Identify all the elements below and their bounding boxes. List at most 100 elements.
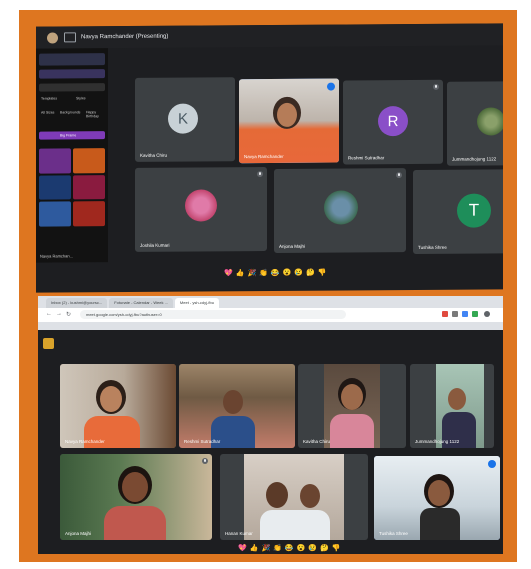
person-face — [122, 472, 148, 502]
person-face — [448, 388, 466, 410]
browser-tab-strip: Inbox (2) - kushmi@yoursc... Fotunate - … — [46, 298, 219, 308]
participant-tile-speaking[interactable]: Navya Ramchander — [239, 78, 339, 164]
sad-reaction-icon[interactable]: 😢 — [308, 544, 317, 553]
profile-photo — [324, 190, 358, 225]
clap-reaction-icon[interactable]: 👏 — [273, 544, 282, 553]
participant-tile[interactable]: Jummandhojung 1122 — [447, 81, 503, 166]
person-shirt — [420, 508, 460, 540]
participant-name: Navya Ramchander — [65, 439, 105, 444]
avatar-letter: K — [168, 103, 198, 134]
participant-name: Anjona Majhi — [279, 243, 306, 249]
profile-icon[interactable] — [484, 311, 490, 317]
person-shirt — [104, 506, 166, 540]
clap-reaction-icon[interactable]: 👏 — [259, 269, 268, 278]
participant-tile[interactable]: Navya Ramchander — [60, 364, 176, 448]
canva-label-backgrounds[interactable]: Backgrounds — [60, 110, 80, 114]
presenter-title: Navya Ramchander (Presenting) — [81, 33, 169, 41]
thumbs-up-reaction-icon[interactable]: 👍 — [250, 544, 259, 553]
profile-photo — [185, 189, 217, 222]
participant-name: Joshila Kumari — [140, 242, 170, 248]
url-field[interactable]: meet.google.com/ysh-cdyj-fbu?authuser=0 — [80, 310, 346, 319]
canva-label-templates[interactable]: Templates — [41, 96, 57, 100]
surprised-reaction-icon[interactable]: 😮 — [283, 269, 292, 278]
thumbs-down-reaction-icon[interactable]: 👎 — [318, 269, 327, 278]
participant-tile[interactable]: Anjona Majhi — [60, 454, 212, 540]
participant-name: Tushika Shree — [379, 531, 408, 536]
person-shirt — [260, 510, 330, 540]
canva-label-all-sizes[interactable]: All Sizes — [41, 111, 54, 115]
orange-photo-frame: Navya Ramchander (Presenting) Templates … — [19, 10, 517, 562]
participant-name: Hanan Kumar — [225, 531, 253, 536]
mic-off-icon — [396, 172, 402, 179]
extension-icon[interactable] — [452, 311, 458, 317]
reaction-bar: 💖 👍 🎉 👏 😂 😮 😢 🤔 👎 — [224, 269, 326, 279]
presenting-icon — [64, 32, 76, 43]
laugh-reaction-icon[interactable]: 😂 — [285, 544, 294, 553]
party-reaction-icon[interactable]: 🎉 — [247, 269, 256, 278]
participant-tile[interactable]: Joshila Kumari — [135, 167, 267, 252]
participant-tile[interactable]: T Tushika Shree — [413, 169, 503, 254]
canva-label-big-frame: Big Frame — [60, 133, 77, 138]
presenter-bar: Navya Ramchander (Presenting) — [36, 23, 503, 49]
canva-template-grid — [39, 148, 105, 227]
meet-screen-presenting: Navya Ramchander (Presenting) Templates … — [36, 23, 503, 293]
presenter-avatar — [47, 31, 58, 44]
person-face — [341, 384, 363, 410]
speaking-icon — [327, 82, 335, 91]
mic-off-icon — [257, 171, 263, 178]
browser-tab-inbox[interactable]: Inbox (2) - kushmi@yoursc... — [46, 298, 108, 308]
participant-tile[interactable]: Anjona Majhi — [274, 168, 406, 253]
back-icon[interactable]: ← — [46, 311, 52, 317]
mic-off-icon — [433, 83, 439, 90]
canva-label-happy-birthday[interactable]: Happy Birthday — [86, 110, 108, 118]
thinking-reaction-icon[interactable]: 🤔 — [320, 544, 329, 553]
heart-reaction-icon[interactable]: 💖 — [238, 544, 247, 553]
participant-name: Kavitha Chiru — [303, 439, 331, 444]
participant-name: Reshmi Sutradhar — [348, 155, 385, 161]
canva-label-styles[interactable]: Styles — [76, 96, 86, 100]
extension-icon[interactable] — [442, 311, 448, 317]
address-bar-row: ← → ↻ meet.google.com/ysh-cdyj-fbu?authu… — [38, 308, 503, 322]
party-reaction-icon[interactable]: 🎉 — [261, 544, 270, 553]
participant-name: Tushika Shree — [418, 244, 447, 250]
participant-tile[interactable]: Kavitha Chiru — [298, 364, 406, 448]
participant-tile[interactable]: R Reshmi Sutradhar — [343, 79, 443, 165]
laugh-reaction-icon[interactable]: 😂 — [271, 269, 280, 278]
person-face — [100, 386, 122, 412]
heart-reaction-icon[interactable]: 💖 — [224, 269, 233, 278]
participant-name: Anjona Majhi — [65, 531, 92, 536]
participant-tile-speaking[interactable]: Tushika Shree — [374, 456, 500, 540]
person-face — [277, 102, 297, 127]
browser-tab-calendar[interactable]: Fotunate - Calendar - Week ... — [109, 298, 173, 308]
reload-icon[interactable]: ↻ — [66, 311, 71, 318]
forward-icon[interactable]: → — [56, 311, 62, 317]
mic-off-icon — [202, 458, 208, 464]
canva-search-input[interactable] — [39, 83, 105, 92]
avatar-letter: T — [457, 193, 491, 228]
participant-name: Kavitha Chiru — [140, 152, 168, 158]
browser-chrome: Inbox (2) - kushmi@yoursc... Fotunate - … — [38, 296, 503, 330]
sad-reaction-icon[interactable]: 😢 — [294, 269, 303, 278]
extension-icon[interactable] — [472, 311, 478, 317]
thumbs-down-reaction-icon[interactable]: 👎 — [332, 544, 341, 553]
participant-name: Jummandhojung 1122 — [415, 439, 460, 444]
thinking-reaction-icon[interactable]: 🤔 — [306, 269, 315, 278]
meet-info-button[interactable] — [43, 338, 54, 349]
thumbs-up-reaction-icon[interactable]: 👍 — [236, 269, 245, 278]
surprised-reaction-icon[interactable]: 😮 — [297, 544, 306, 553]
person-shirt — [330, 414, 374, 448]
participant-tile[interactable]: K Kavitha Chiru — [135, 77, 235, 162]
profile-photo — [477, 107, 503, 136]
meet-screen-browser: Inbox (2) - kushmi@yoursc... Fotunate - … — [38, 296, 503, 554]
person-face — [223, 390, 243, 414]
participant-tile[interactable]: Hanan Kumar — [220, 454, 368, 540]
participant-tile[interactable]: Reshmi Sutradhar — [179, 364, 295, 448]
extension-icon[interactable] — [462, 311, 468, 317]
presentation-thumbnail[interactable]: Templates Styles All Sizes Backgrounds H… — [36, 48, 108, 263]
participant-name: Reshmi Sutradhar — [184, 439, 221, 444]
browser-tab-meet[interactable]: Meet - ysh-cdyj-fbu — [174, 298, 219, 308]
participant-name: Navya Ramchander — [244, 153, 284, 160]
participant-tile[interactable]: Jummandhojung 1122 — [410, 364, 494, 448]
participant-name: Jummandhojung 1122 — [452, 156, 497, 162]
person-face — [266, 482, 288, 508]
